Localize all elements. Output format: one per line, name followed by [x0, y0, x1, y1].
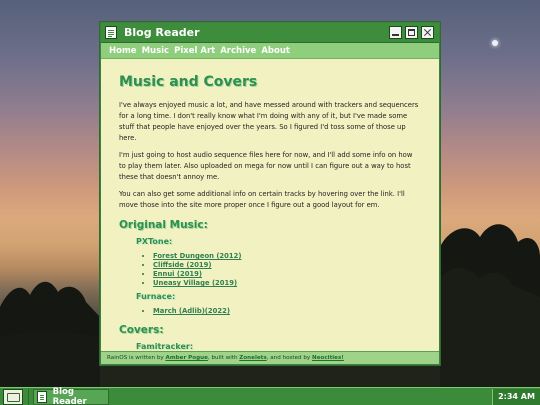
maximize-button[interactable] — [405, 26, 418, 39]
taskbar-divider — [28, 388, 29, 405]
intro-paragraph: I've always enjoyed music a lot, and hav… — [119, 101, 419, 142]
credits-prefix: RainOS is written by — [107, 355, 166, 361]
original-music-heading: Original Music: — [119, 219, 208, 231]
taskbar-item-blog-reader[interactable]: Blog Reader — [33, 386, 109, 405]
pxtone-track-list: Forest Dungeon (2012) Cliffside (2019) E… — [153, 252, 421, 288]
start-menu-button[interactable] — [3, 388, 23, 405]
page-title: Music and Covers — [119, 74, 258, 90]
blog-reader-icon — [37, 390, 47, 403]
author-link[interactable]: Amber Pogue — [166, 355, 208, 361]
nav-pixel-art[interactable]: Pixel Art — [174, 46, 215, 56]
covers-heading: Covers: — [119, 324, 164, 336]
page-content[interactable]: Music and Covers I've always enjoyed mus… — [101, 60, 439, 351]
nav-home[interactable]: Home — [109, 46, 137, 56]
list-item: Uneasy Village (2019) — [153, 279, 421, 288]
nav-music[interactable]: Music — [142, 46, 170, 56]
neocities-link[interactable]: Neocities! — [312, 355, 344, 361]
credits-bar: RainOS is written by Amber Pogue, built … — [101, 351, 439, 364]
furnace-track-list: March (Adlib)(2022) — [153, 307, 421, 316]
pxtone-heading: PXTone: — [136, 237, 173, 246]
track-link[interactable]: March (Adlib)(2022) — [153, 307, 230, 315]
moon — [492, 40, 498, 46]
list-item: Cliffside (2019) — [153, 261, 421, 270]
window-titlebar[interactable]: Blog Reader — [101, 23, 439, 42]
list-item: Ennui (2019) — [153, 270, 421, 279]
list-item: March (Adlib)(2022) — [153, 307, 421, 316]
track-link[interactable]: Uneasy Village (2019) — [153, 279, 237, 287]
nav-about[interactable]: About — [261, 46, 290, 56]
window-controls — [389, 26, 439, 39]
taskbar-item-label: Blog Reader — [52, 386, 87, 405]
window-title: Blog Reader — [124, 26, 200, 39]
track-link[interactable]: Ennui (2019) — [153, 270, 202, 278]
taskbar: Blog Reader 2:34 AM — [0, 387, 540, 405]
credits-mid-2: , and hosted by — [266, 355, 313, 361]
furnace-heading: Furnace: — [136, 292, 176, 301]
blog-reader-window[interactable]: Blog Reader Home Music Pixel Art Archive… — [100, 22, 440, 365]
credits-mid-1: , built with — [207, 355, 240, 361]
hosting-paragraph: I'm just going to host audio sequence fi… — [119, 151, 413, 181]
track-link[interactable]: Cliffside (2019) — [153, 261, 212, 269]
system-clock: 2:34 AM — [492, 388, 540, 405]
track-link[interactable]: Forest Dungeon (2012) — [153, 252, 241, 260]
list-item: Forest Dungeon (2012) — [153, 252, 421, 261]
blog-reader-icon — [105, 26, 117, 39]
zonelets-link[interactable]: Zonelets — [239, 355, 266, 361]
famitracker-heading: Famitracker: — [136, 342, 194, 351]
nav-archive[interactable]: Archive — [220, 46, 256, 56]
close-button[interactable] — [421, 26, 434, 39]
nav-bar: Home Music Pixel Art Archive About — [101, 42, 439, 59]
hover-info-paragraph: You can also get some additional info on… — [119, 190, 405, 209]
minimize-button[interactable] — [389, 26, 402, 39]
